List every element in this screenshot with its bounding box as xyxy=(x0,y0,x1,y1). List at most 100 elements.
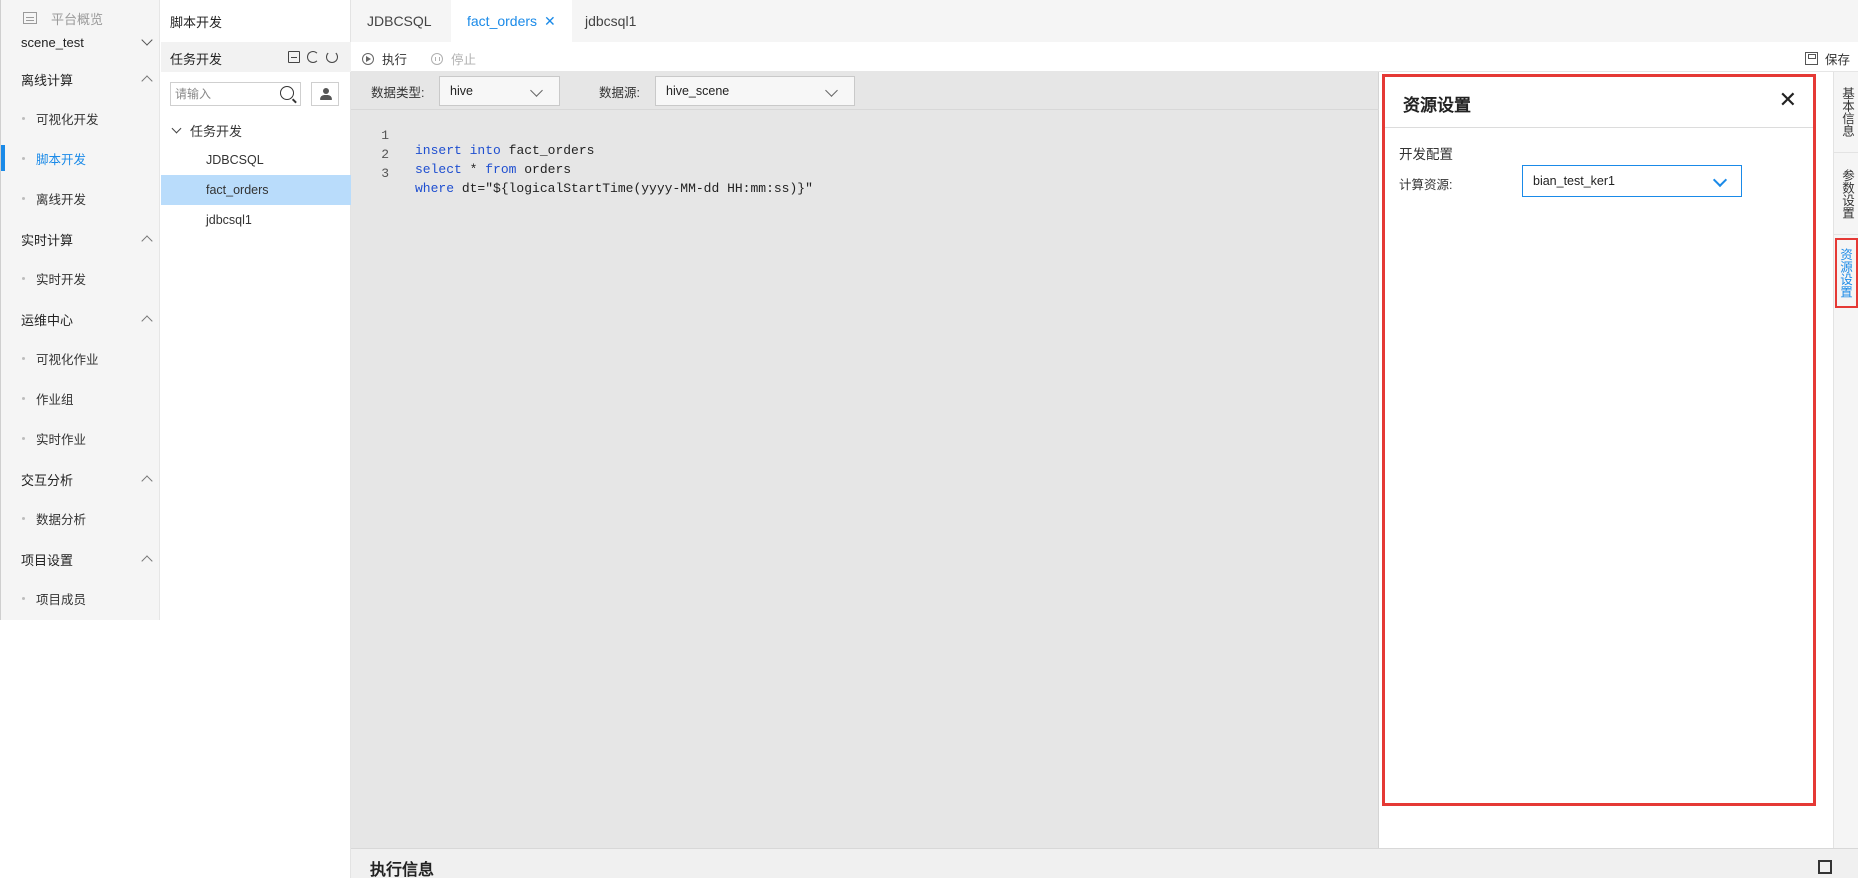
nav-item-label: 数据分析 xyxy=(36,512,87,527)
tree-folder-task-dev[interactable]: 任务开发 xyxy=(171,120,243,140)
side-tab-label: 参数设置 xyxy=(1840,169,1854,219)
tab-jdbcsql[interactable]: JDBCSQL xyxy=(351,0,448,42)
nav-group-title: 离线计算 xyxy=(21,72,74,88)
compute-resource-select[interactable]: bian_test_ker1 xyxy=(1522,165,1742,197)
tree-folder-label: 任务开发 xyxy=(190,123,243,139)
nav-group-realtime[interactable]: 实时计算 xyxy=(21,229,153,249)
editor-options: 数据类型: hive 数据源: hive_scene xyxy=(351,72,1379,110)
overview-icon xyxy=(23,12,37,24)
nav-group-title: 实时计算 xyxy=(21,232,74,248)
nav-group-title: 项目设置 xyxy=(21,552,74,568)
play-icon xyxy=(362,52,374,65)
code-text: where dt="${logicalStartTime(yyyy-MM-dd … xyxy=(415,181,813,196)
user-filter-button[interactable] xyxy=(311,82,339,106)
nav-item-label: 离线开发 xyxy=(36,192,87,207)
tree-node-label: fact_orders xyxy=(206,183,269,197)
tree-search xyxy=(170,82,301,106)
data-type-select[interactable]: hive xyxy=(439,76,560,106)
side-tab-basic-info[interactable]: 基本信息 xyxy=(1835,82,1858,142)
resource-panel-title: 资源设置 xyxy=(1403,96,1471,115)
execution-info-title: 执行信息 xyxy=(370,862,435,879)
compute-resource-value: bian_test_ker1 xyxy=(1533,174,1616,188)
chevron-down-icon xyxy=(530,84,543,97)
chevron-up-icon xyxy=(141,475,153,487)
tree-bar-label: 任务开发 xyxy=(170,52,223,67)
editor-toolbar: 执行 停止 保存 xyxy=(351,42,1858,72)
chevron-up-icon xyxy=(141,235,153,247)
tab-fact-orders[interactable]: fact_orders ✕ xyxy=(451,0,572,42)
run-label: 执行 xyxy=(382,53,408,67)
stop-button[interactable]: 停止 xyxy=(431,49,476,68)
side-tabs: 基本信息 参数设置 资源设置 xyxy=(1833,72,1858,848)
nav-item-job-groups[interactable]: 作业组 xyxy=(1,385,160,411)
compute-resource-label: 计算资源: xyxy=(1399,178,1453,192)
execution-info-bar: 执行信息 xyxy=(351,848,1858,879)
tree-node-fact-orders[interactable]: fact_orders xyxy=(161,175,351,205)
data-source-label: 数据源: xyxy=(599,86,640,100)
save-label: 保存 xyxy=(1824,53,1850,67)
search-icon[interactable] xyxy=(280,86,294,100)
nav-item-visual-dev[interactable]: 可视化开发 xyxy=(1,105,160,131)
project-select[interactable]: scene_test xyxy=(21,31,155,53)
code-editor[interactable]: 数据类型: hive 数据源: hive_scene 1 insert into… xyxy=(351,72,1379,848)
editor-tabs: JDBCSQL fact_orders ✕ jdbcsql1 xyxy=(351,0,1858,42)
chevron-down-icon xyxy=(1712,172,1728,188)
nav-item-label: 脚本开发 xyxy=(36,152,87,167)
new-file-icon[interactable] xyxy=(288,51,300,63)
tree-node-jdbcsql[interactable]: JDBCSQL xyxy=(161,145,351,175)
divider xyxy=(1385,127,1813,128)
nav-item-realtime-dev[interactable]: 实时开发 xyxy=(1,265,160,291)
stop-label: 停止 xyxy=(451,53,477,67)
code-line: 2 select * from orders xyxy=(351,132,571,177)
nav-item-label: 项目成员 xyxy=(36,592,87,607)
nav-item-realtime-jobs[interactable]: 实时作业 xyxy=(1,425,160,451)
run-button[interactable]: 执行 xyxy=(362,49,407,68)
close-icon[interactable]: ✕ xyxy=(544,13,556,30)
side-tab-params[interactable]: 参数设置 xyxy=(1835,164,1858,224)
tree-node-jdbcsql1[interactable]: jdbcsql1 xyxy=(161,205,351,235)
nav-group-ops[interactable]: 运维中心 xyxy=(21,309,153,329)
nav-item-project-members[interactable]: 项目成员 xyxy=(1,585,160,611)
nav-item-script-dev[interactable]: 脚本开发 xyxy=(1,145,160,171)
save-button[interactable]: 保存 xyxy=(1804,49,1850,68)
nav-group-title: 交互分析 xyxy=(21,472,74,488)
chevron-up-icon xyxy=(141,75,153,87)
left-navigation: 平台概览 scene_test 离线计算 可视化开发 脚本开发 离线开发 实时计… xyxy=(0,0,160,620)
nav-item-label: 实时作业 xyxy=(36,432,87,447)
refresh-icon[interactable] xyxy=(326,51,338,63)
nav-group-interactive[interactable]: 交互分析 xyxy=(21,469,153,489)
data-type-label: 数据类型: xyxy=(371,86,425,100)
tab-label: jdbcsql1 xyxy=(585,13,637,29)
nav-item-visual-jobs[interactable]: 可视化作业 xyxy=(1,345,160,371)
maximize-icon[interactable] xyxy=(1818,860,1832,874)
resource-settings-panel: 资源设置 ✕ 开发配置 计算资源: bian_test_ker1 xyxy=(1379,72,1833,848)
tree-toolbar: 任务开发 xyxy=(161,42,351,72)
nav-group-title: 运维中心 xyxy=(21,312,74,328)
nav-item-label: 可视化开发 xyxy=(36,112,99,127)
close-icon[interactable]: ✕ xyxy=(1779,87,1797,113)
nav-item-offline-dev[interactable]: 离线开发 xyxy=(1,185,160,211)
search-input[interactable] xyxy=(171,83,271,105)
chevron-down-icon xyxy=(171,123,182,133)
code-line: 3 where dt="${logicalStartTime(yyyy-MM-d… xyxy=(351,151,813,196)
tab-jdbcsql1[interactable]: jdbcsql1 xyxy=(569,0,652,42)
user-icon xyxy=(323,88,329,94)
nav-item-data-analysis[interactable]: 数据分析 xyxy=(1,505,160,531)
nav-group-offline[interactable]: 离线计算 xyxy=(21,69,153,89)
nav-item-label: 可视化作业 xyxy=(36,352,99,367)
data-type-value: hive xyxy=(450,84,473,98)
task-tree-panel: 脚本开发 任务开发 任务开发 JDBCSQL fact_orders jdbcs… xyxy=(161,0,351,878)
data-source-select[interactable]: hive_scene xyxy=(655,76,855,106)
pause-icon xyxy=(431,52,443,65)
sync-icon[interactable] xyxy=(307,51,319,63)
side-tab-label: 资源设置 xyxy=(1838,248,1852,298)
nav-item-label: 实时开发 xyxy=(36,272,87,287)
data-source-value: hive_scene xyxy=(666,84,730,98)
chevron-up-icon xyxy=(141,555,153,567)
resource-panel-highlight: 资源设置 ✕ 开发配置 计算资源: bian_test_ker1 xyxy=(1382,74,1816,806)
nav-item-label: 作业组 xyxy=(36,392,74,407)
user-icon-body xyxy=(320,95,332,100)
side-tab-resource[interactable]: 资源设置 xyxy=(1835,238,1858,308)
platform-overview-link[interactable]: 平台概览 xyxy=(23,8,103,28)
nav-group-project-settings[interactable]: 项目设置 xyxy=(21,549,153,569)
